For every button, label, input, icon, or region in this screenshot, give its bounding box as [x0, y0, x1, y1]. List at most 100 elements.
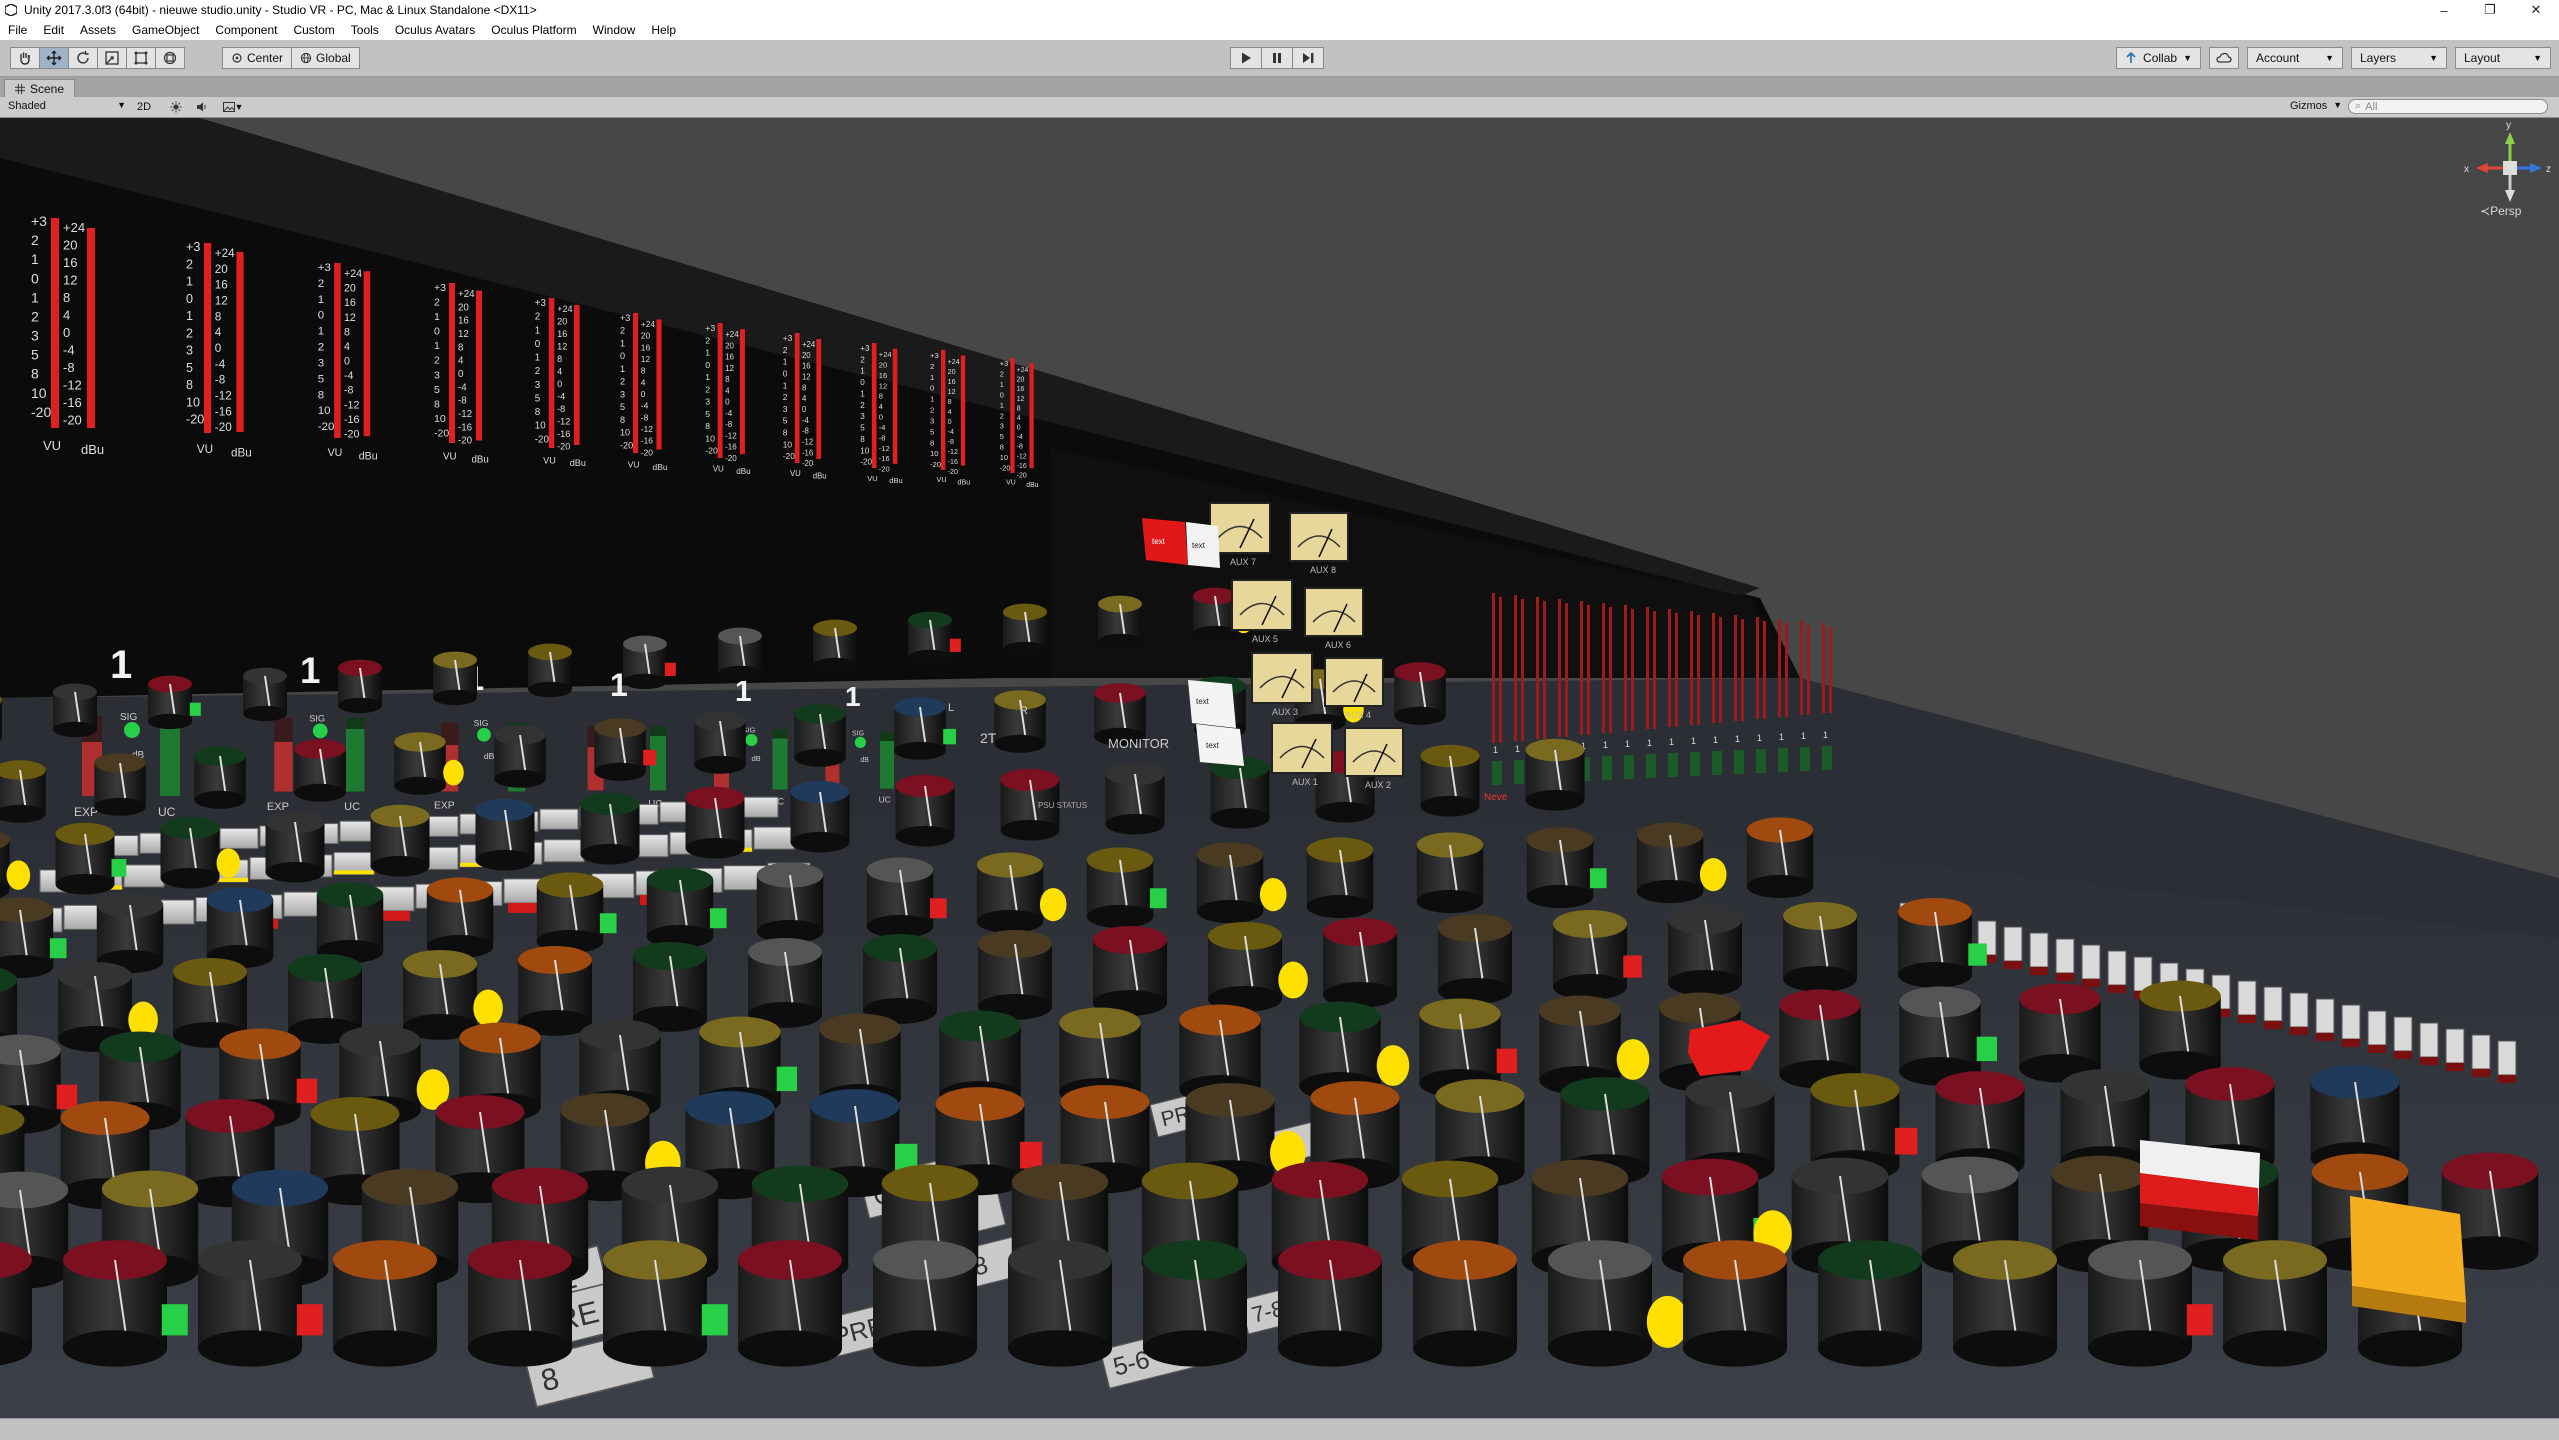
console-key — [739, 796, 779, 818]
yellow-led — [1278, 961, 1308, 999]
meter-scale-label: -4 — [879, 423, 886, 432]
aux-label: AUX 2 — [1365, 780, 1391, 790]
uc-meter-fill — [346, 729, 365, 792]
audio-toggle[interactable] — [192, 99, 212, 115]
yellow-led — [216, 848, 241, 878]
aux-label: AUX 1 — [1292, 777, 1318, 787]
knob-base — [1636, 879, 1704, 904]
knob-base — [63, 1330, 167, 1367]
hand-icon — [20, 52, 30, 65]
menu-oculus-platform[interactable]: Oculus Platform — [483, 23, 584, 37]
knob-base — [594, 762, 646, 781]
account-dropdown[interactable]: Account ▼ — [2247, 47, 2343, 69]
meter-scale-label: 8 — [641, 366, 646, 376]
fader-cap — [2315, 998, 2335, 1034]
projection-label[interactable]: ≺Persp — [2480, 204, 2521, 218]
minimize-button[interactable]: – — [2421, 0, 2467, 20]
small-meter-bar — [1536, 597, 1539, 739]
knob-base — [1898, 961, 1972, 988]
cloud-button[interactable] — [2209, 47, 2239, 69]
meter-scale-label: +3 — [783, 333, 793, 343]
small-led — [1712, 751, 1722, 775]
meter-scale-label: 2 — [186, 326, 193, 340]
menu-oculus-avatars[interactable]: Oculus Avatars — [387, 23, 483, 37]
knob-base — [1105, 813, 1165, 835]
menu-gameobject[interactable]: GameObject — [124, 23, 207, 37]
scene-viewport[interactable]: +3 2 1 0 1 2 3 5 8 10 -20 +24 20 16 12 8 4 0 -4 -8 -12 -16 -20… — [0, 118, 2559, 1418]
status-led — [1968, 943, 1987, 966]
meter-unit-label: dBu — [653, 462, 668, 472]
meter-scale-label: 0 — [783, 368, 788, 378]
exp-meter-fill — [274, 741, 293, 792]
scale-tool-button[interactable] — [97, 47, 127, 69]
channel-number: 1 — [845, 681, 861, 712]
key-highlight — [334, 870, 374, 875]
meter-scale-label: 5 — [31, 347, 39, 363]
transform-tool-button[interactable] — [155, 47, 185, 69]
layout-dropdown[interactable]: Layout ▼ — [2455, 47, 2551, 69]
transform-icon — [163, 51, 177, 65]
uc-meter-fill — [160, 728, 180, 796]
meter-scale-label: -8 — [458, 396, 467, 407]
knob-base — [1315, 801, 1375, 823]
status-led — [189, 702, 201, 716]
status-led — [1496, 1048, 1518, 1074]
exp-label: EXP — [267, 801, 289, 813]
gizmos-dropdown[interactable]: Gizmos ▼ — [2290, 100, 2342, 112]
menu-custom[interactable]: Custom — [285, 23, 342, 37]
rotate-tool-button[interactable] — [68, 47, 98, 69]
meter-unit-label: VU — [713, 465, 724, 474]
aux-label: AUX 7 — [1230, 557, 1256, 567]
meter-scale-label: 8 — [1000, 443, 1004, 452]
rect-tool-button[interactable] — [126, 47, 156, 69]
menu-window[interactable]: Window — [585, 23, 644, 37]
meter-scale-label: 1 — [186, 309, 193, 323]
meter-scale-label: -4 — [344, 370, 354, 382]
knob-base — [1210, 807, 1270, 829]
meter-scale-label: 2 — [186, 257, 193, 271]
meter-scale-label: 2 — [434, 355, 440, 367]
close-button[interactable]: ✕ — [2513, 0, 2559, 20]
hand-tool-button[interactable] — [10, 47, 40, 69]
pause-button[interactable] — [1261, 47, 1293, 69]
menu-component[interactable]: Component — [207, 23, 285, 37]
meter-scale-label: 8 — [620, 415, 625, 425]
menu-edit[interactable]: Edit — [35, 23, 72, 37]
layout-label: Layout — [2464, 51, 2501, 65]
pivot-rotation-toggle[interactable]: Global — [291, 47, 360, 69]
collab-dropdown[interactable]: Collab ▼ — [2116, 47, 2201, 69]
meter-scale-label: 5 — [318, 373, 324, 385]
play-button[interactable] — [1230, 47, 1262, 69]
aux-meter — [1324, 657, 1384, 707]
restore-button[interactable]: ❐ — [2467, 0, 2513, 20]
small-meter-bar — [1631, 609, 1634, 731]
menu-tools[interactable]: Tools — [343, 23, 387, 37]
menu-file[interactable]: File — [0, 23, 35, 37]
scene-search-input[interactable]: ⌕ All — [2348, 99, 2548, 114]
step-button[interactable] — [1292, 47, 1324, 69]
lighting-toggle[interactable] — [166, 99, 186, 115]
tab-scene[interactable]: Scene — [4, 79, 76, 97]
meter-bar — [656, 319, 662, 450]
meter-scale-label: 0 — [215, 342, 222, 355]
meter-scale-label: 8 — [186, 378, 193, 392]
meter-scale-label: 4 — [1017, 415, 1021, 422]
meter-scale-label: -20 — [31, 404, 51, 420]
knob-base — [1420, 795, 1480, 817]
meter-scale-label: 1 — [434, 340, 440, 352]
pivot-center-toggle[interactable]: Center — [222, 47, 293, 69]
aux-label: AUX 5 — [1252, 634, 1278, 644]
layers-dropdown[interactable]: Layers ▼ — [2351, 47, 2447, 69]
effects-dropdown[interactable]: ▼ — [218, 99, 248, 115]
meter-scale-label: -12 — [458, 409, 472, 420]
uc-meter-fill — [880, 741, 894, 789]
2d-toggle[interactable]: 2D — [132, 99, 156, 115]
shading-dropdown[interactable]: Shaded ▼ — [8, 100, 126, 112]
menu-help[interactable]: Help — [643, 23, 684, 37]
move-tool-button[interactable] — [39, 47, 69, 69]
small-meter-bar — [1675, 613, 1678, 727]
small-meter-bar — [1543, 601, 1546, 739]
meter-scale-label: 20 — [948, 368, 956, 376]
menu-assets[interactable]: Assets — [72, 23, 124, 37]
meter-scale-label: 2 — [318, 342, 324, 354]
